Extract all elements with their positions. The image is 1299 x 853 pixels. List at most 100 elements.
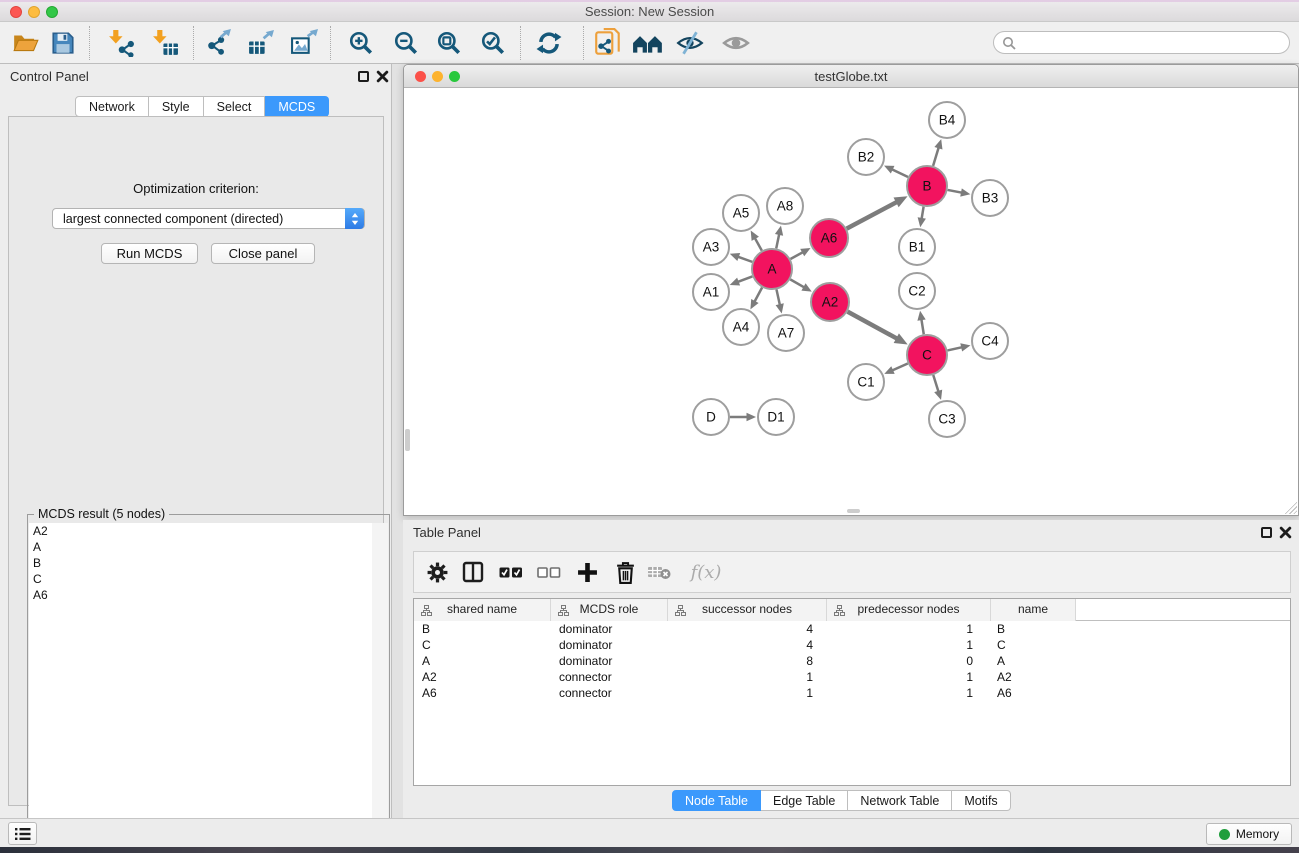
tab-style[interactable]: Style bbox=[149, 96, 204, 117]
result-item[interactable]: C bbox=[29, 571, 372, 587]
column-header-MCDS-role[interactable]: MCDS role bbox=[551, 599, 668, 621]
node-B4[interactable]: B4 bbox=[929, 102, 965, 138]
edge-B-B2[interactable] bbox=[892, 169, 908, 177]
table-row[interactable]: A2connector11A2 bbox=[414, 670, 1290, 686]
node-A8[interactable]: A8 bbox=[767, 188, 803, 224]
eye-icon[interactable] bbox=[719, 26, 753, 60]
edge-C-C4[interactable] bbox=[947, 347, 962, 350]
task-history-button[interactable] bbox=[8, 822, 37, 845]
tab-node-table[interactable]: Node Table bbox=[672, 790, 761, 811]
node-C3[interactable]: C3 bbox=[929, 401, 965, 437]
node-B[interactable]: B bbox=[907, 166, 947, 206]
memory-button[interactable]: Memory bbox=[1206, 823, 1292, 845]
edge-A-A2[interactable] bbox=[790, 279, 804, 287]
float-panel-icon[interactable] bbox=[358, 71, 369, 82]
table-row[interactable]: A6connector11A6 bbox=[414, 686, 1290, 702]
document-network-icon[interactable] bbox=[591, 26, 625, 60]
node-A[interactable]: A bbox=[752, 249, 792, 289]
split-columns-icon[interactable] bbox=[457, 556, 489, 588]
save-session-icon[interactable] bbox=[46, 26, 80, 60]
edge-B-B1[interactable] bbox=[922, 207, 924, 219]
tab-mcds[interactable]: MCDS bbox=[265, 96, 329, 117]
tab-motifs[interactable]: Motifs bbox=[952, 790, 1010, 811]
node-A2[interactable]: A2 bbox=[811, 283, 849, 321]
close-panel-button[interactable]: Close panel bbox=[211, 243, 315, 264]
node-A1[interactable]: A1 bbox=[693, 274, 729, 310]
edge-A-A5[interactable] bbox=[755, 238, 762, 251]
node-A7[interactable]: A7 bbox=[768, 315, 804, 351]
tab-select[interactable]: Select bbox=[204, 96, 266, 117]
criterion-select[interactable]: largest connected component (directed) bbox=[52, 208, 365, 229]
edge-A6-B[interactable] bbox=[847, 202, 897, 229]
network-canvas[interactable]: B4 B2 B B3 A8A5 A6 A3 B1 A A1 C2 A2 A4A7 C4 C C1 C3 D D1 bbox=[404, 88, 1298, 515]
column-header-predecessor-nodes[interactable]: predecessor nodes bbox=[827, 599, 991, 621]
node-D1[interactable]: D1 bbox=[758, 399, 794, 435]
canvas-vertical-scrollbar[interactable] bbox=[405, 429, 410, 451]
result-item[interactable]: A6 bbox=[29, 587, 372, 603]
node-B2[interactable]: B2 bbox=[848, 139, 884, 175]
zoom-out-icon[interactable] bbox=[389, 26, 423, 60]
node-B1[interactable]: B1 bbox=[899, 229, 935, 265]
tab-network[interactable]: Network bbox=[75, 96, 149, 117]
close-panel-icon[interactable] bbox=[1279, 526, 1292, 539]
edge-C-C2[interactable] bbox=[921, 319, 923, 334]
node-A6[interactable]: A6 bbox=[810, 219, 848, 257]
tab-network-table[interactable]: Network Table bbox=[848, 790, 952, 811]
node-A4[interactable]: A4 bbox=[723, 309, 759, 345]
node-A5[interactable]: A5 bbox=[723, 195, 759, 231]
result-item[interactable]: A2 bbox=[29, 523, 372, 539]
zoom-in-icon[interactable] bbox=[344, 26, 378, 60]
node-B3[interactable]: B3 bbox=[972, 180, 1008, 216]
edge-C-C1[interactable] bbox=[892, 363, 908, 370]
edge-A-A7[interactable] bbox=[776, 290, 779, 306]
edge-B-B3[interactable] bbox=[948, 190, 962, 193]
edge-A-A1[interactable] bbox=[738, 276, 753, 282]
float-panel-icon[interactable] bbox=[1261, 527, 1272, 538]
select-all-icon[interactable] bbox=[495, 556, 527, 588]
column-header-name[interactable]: name bbox=[991, 599, 1076, 621]
trash-icon[interactable] bbox=[609, 556, 641, 588]
edge-A-A6[interactable] bbox=[790, 252, 803, 259]
canvas-horizontal-scrollbar[interactable] bbox=[847, 509, 860, 513]
node-D[interactable]: D bbox=[693, 399, 729, 435]
import-table-icon[interactable] bbox=[148, 26, 182, 60]
gear-icon[interactable] bbox=[421, 556, 453, 588]
network-window-titlebar[interactable]: testGlobe.txt bbox=[404, 65, 1298, 88]
result-item[interactable]: A bbox=[29, 539, 372, 555]
edge-A-A4[interactable] bbox=[754, 288, 762, 302]
export-table-icon[interactable] bbox=[244, 26, 278, 60]
node-A3[interactable]: A3 bbox=[693, 229, 729, 265]
edge-A-A8[interactable] bbox=[776, 234, 779, 249]
node-C1[interactable]: C1 bbox=[848, 364, 884, 400]
run-mcds-button[interactable]: Run MCDS bbox=[101, 243, 198, 264]
result-scrollbar[interactable] bbox=[372, 523, 388, 850]
import-network-icon[interactable] bbox=[104, 26, 138, 60]
search-input[interactable] bbox=[1020, 33, 1280, 52]
zoom-fit-icon[interactable] bbox=[432, 26, 466, 60]
tab-edge-table[interactable]: Edge Table bbox=[761, 790, 848, 811]
table-row[interactable]: Bdominator41B bbox=[414, 622, 1290, 638]
node-C[interactable]: C bbox=[907, 335, 947, 375]
table-row[interactable]: Adominator80A bbox=[414, 654, 1290, 670]
result-item[interactable]: B bbox=[29, 555, 372, 571]
function-icon[interactable]: f(x) bbox=[684, 556, 728, 588]
edge-A-A3[interactable] bbox=[738, 257, 752, 262]
eye-slash-icon[interactable] bbox=[673, 26, 707, 60]
zoom-selected-icon[interactable] bbox=[476, 26, 510, 60]
export-image-icon[interactable] bbox=[287, 26, 321, 60]
edge-B-B4[interactable] bbox=[933, 147, 939, 166]
refresh-icon[interactable] bbox=[532, 26, 566, 60]
open-session-icon[interactable] bbox=[9, 26, 43, 60]
houses-icon[interactable] bbox=[631, 26, 665, 60]
table-delete-icon[interactable] bbox=[643, 556, 675, 588]
add-icon[interactable] bbox=[571, 556, 603, 588]
export-network-icon[interactable] bbox=[202, 26, 236, 60]
column-header-shared-name[interactable]: shared name bbox=[414, 599, 551, 621]
column-header-successor-nodes[interactable]: successor nodes bbox=[668, 599, 827, 621]
close-panel-icon[interactable] bbox=[376, 70, 389, 83]
deselect-all-icon[interactable] bbox=[533, 556, 565, 588]
table-row[interactable]: Cdominator41C bbox=[414, 638, 1290, 654]
node-C2[interactable]: C2 bbox=[899, 273, 935, 309]
node-C4[interactable]: C4 bbox=[972, 323, 1008, 359]
edge-A2-C[interactable] bbox=[848, 312, 898, 339]
